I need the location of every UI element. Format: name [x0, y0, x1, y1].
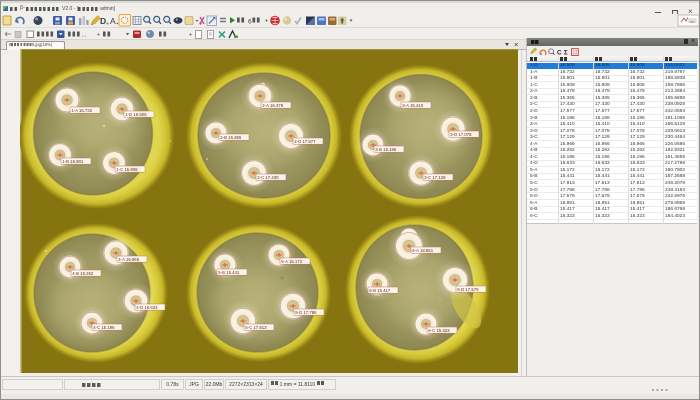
svg-text:3-B 15.186: 3-B 15.186	[375, 147, 397, 152]
svg-text:6: 6	[248, 19, 252, 26]
svg-text:1-D 16.505: 1-D 16.505	[125, 112, 147, 117]
svg-text:5-C 17.813: 5-C 17.813	[245, 325, 267, 330]
svg-text:2-A 16.478: 2-A 16.478	[262, 103, 283, 108]
svg-text:6-A 18.851: 6-A 18.851	[412, 248, 433, 253]
svg-text:1-B 15.901: 1-B 15.901	[62, 159, 84, 164]
svg-text:3-C 17.129: 3-C 17.129	[424, 175, 446, 180]
svg-text:5-B 15.441: 5-B 15.441	[218, 270, 240, 275]
svg-text:6-D 17.579: 6-D 17.579	[457, 287, 479, 292]
svg-text:4-A 16.966: 4-A 16.966	[118, 257, 139, 262]
svg-text:4-C 15.196: 4-C 15.196	[93, 325, 115, 330]
svg-text:4-B 15.262: 4-B 15.262	[72, 271, 94, 276]
svg-text:D: D	[100, 16, 106, 26]
svg-text:6-C 15.323: 6-C 15.323	[428, 328, 450, 333]
svg-text:5-D 17.786: 5-D 17.786	[295, 310, 317, 315]
svg-text:...: ...	[82, 33, 87, 39]
svg-text:1-A 16.732: 1-A 16.732	[71, 108, 92, 113]
svg-text:3-A 15.410: 3-A 15.410	[402, 103, 423, 108]
svg-text:A: A	[110, 16, 116, 26]
svg-text:2-B 15.365: 2-B 15.365	[220, 135, 242, 140]
svg-text:6-B 15.417: 6-B 15.417	[369, 288, 391, 293]
svg-text:4-D 16.633: 4-D 16.633	[136, 305, 158, 310]
svg-text:3-D 17.078: 3-D 17.078	[450, 132, 472, 137]
svg-text:5-A 15.172: 5-A 15.172	[281, 259, 302, 264]
svg-text:2-C 17.430: 2-C 17.430	[257, 175, 279, 180]
svg-text:1-C 15.908: 1-C 15.908	[116, 167, 138, 172]
svg-text:2-D 17.577: 2-D 17.577	[294, 139, 316, 144]
